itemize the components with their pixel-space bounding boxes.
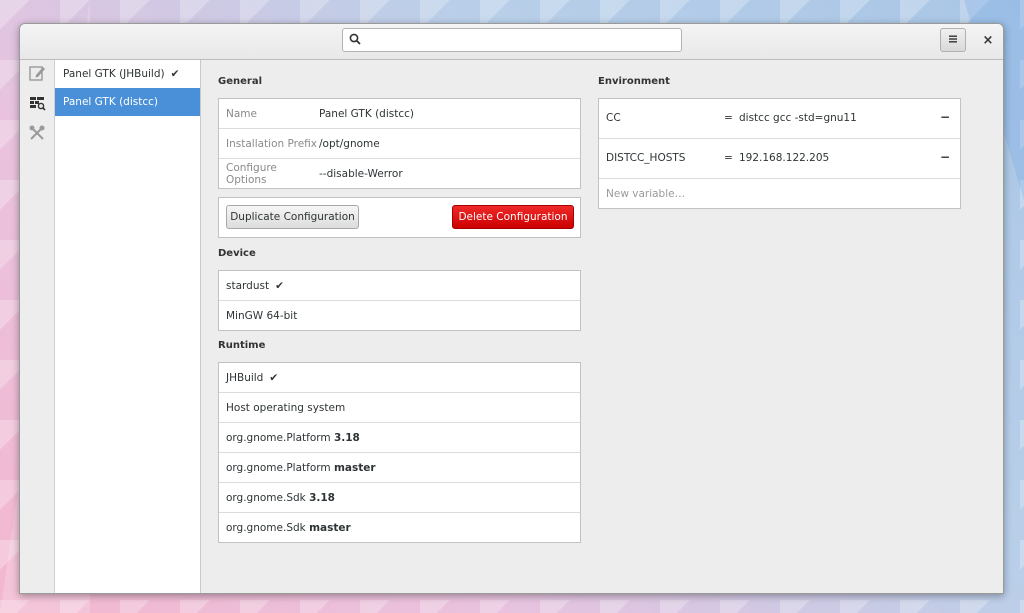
runtime-item[interactable]: org.gnome.Platform 3.18 <box>219 423 580 453</box>
close-button[interactable]: × <box>978 30 998 50</box>
device-label: stardust <box>226 279 270 292</box>
menu-button[interactable] <box>940 28 966 52</box>
env-equals: = <box>724 152 733 164</box>
active-check-icon: ✔ <box>275 279 284 292</box>
env-equals: = <box>724 112 733 124</box>
device-label: MinGW 64-bit <box>226 310 298 322</box>
delete-configuration-button[interactable]: Delete Configuration <box>452 205 574 229</box>
general-box: Name Panel GTK (distcc) Installation Pre… <box>218 98 581 189</box>
builder-window: × Panel GTK (JHBuild) ✔ Panel GTK (distcc… <box>19 23 1004 594</box>
build-configuration-icon <box>28 94 46 115</box>
env-value[interactable]: 192.168.122.205 <box>739 152 829 164</box>
env-variable-row[interactable]: CC = distcc gcc -std=gnu11 − <box>599 99 960 139</box>
runtime-item[interactable]: org.gnome.Sdk master <box>219 513 580 543</box>
device-list: stardust ✔ MinGW 64-bit <box>218 270 581 331</box>
device-title: Device <box>218 248 256 259</box>
prefix-value[interactable]: /opt/gnome <box>319 138 380 150</box>
search-entry[interactable] <box>342 28 682 52</box>
device-item[interactable]: stardust ✔ <box>219 271 580 301</box>
device-item[interactable]: MinGW 64-bit <box>219 301 580 331</box>
runtime-label: org.gnome.Platform <box>226 461 334 474</box>
runtime-list: JHBuild ✔ Host operating system org.gnome… <box>218 362 581 543</box>
configuration-editor: General Name Panel GTK (distcc) Installa… <box>201 60 1003 593</box>
runtime-version: 3.18 <box>333 431 360 444</box>
env-key[interactable]: DISTCC_HOSTS <box>606 152 685 164</box>
perspective-switcher <box>20 60 55 593</box>
runtime-label: org.gnome.Sdk <box>226 522 310 534</box>
configure-options-label: Configure Options <box>226 162 277 186</box>
runtime-label: Host operating system <box>226 401 346 414</box>
env-variable-row[interactable]: DISTCC_HOSTS = 192.168.122.205 − <box>599 139 960 179</box>
new-variable-entry[interactable]: New variable… <box>599 179 960 208</box>
configure-options-value[interactable]: --disable-Werror <box>319 168 403 180</box>
runtime-version: master <box>309 522 351 534</box>
preferences-perspective-button[interactable] <box>27 124 47 144</box>
runtime-label: JHBuild <box>226 371 264 384</box>
active-check-icon: ✔ <box>269 371 279 384</box>
remove-variable-button[interactable]: − <box>940 110 950 124</box>
tools-icon <box>28 124 46 145</box>
runtime-item[interactable]: JHBuild ✔ <box>219 363 580 393</box>
active-check-icon: ✔ <box>170 68 180 80</box>
actions-box: Duplicate Configuration Delete Configura… <box>218 197 581 238</box>
configure-options-row[interactable]: Configure Options --disable-Werror <box>219 159 580 189</box>
name-label: Name <box>226 107 257 120</box>
edit-icon <box>28 64 46 85</box>
env-key[interactable]: CC <box>606 112 621 124</box>
configuration-label: Panel GTK (distcc) <box>63 96 158 108</box>
duplicate-configuration-button[interactable]: Duplicate Configuration <box>226 205 359 229</box>
runtime-label: org.gnome.Platform <box>226 431 334 444</box>
configuration-label: Panel GTK (JHBuild) <box>63 68 165 80</box>
general-title: General <box>218 76 262 87</box>
runtime-version: master <box>333 461 376 474</box>
prefix-row[interactable]: Installation Prefix /opt/gnome <box>219 129 580 159</box>
environment-list: CC = distcc gcc -std=gnu11 − DISTCC_HOST… <box>598 98 961 209</box>
prefix-label: Installation Prefix <box>226 137 318 150</box>
name-value[interactable]: Panel GTK (distcc) <box>319 108 414 120</box>
environment-title: Environment <box>598 76 670 87</box>
hamburger-menu-icon <box>948 34 958 47</box>
build-perspective-button[interactable] <box>27 94 47 114</box>
runtime-title: Runtime <box>218 340 266 351</box>
runtime-item[interactable]: org.gnome.Platform master <box>219 453 580 483</box>
runtime-label: org.gnome.Sdk <box>226 491 310 504</box>
env-value[interactable]: distcc gcc -std=gnu11 <box>739 112 857 124</box>
runtime-version: 3.18 <box>309 491 335 504</box>
configuration-list: Panel GTK (JHBuild) ✔ Panel GTK (distcc) <box>55 60 201 593</box>
remove-variable-button[interactable]: − <box>940 150 950 164</box>
header-bar: × <box>20 24 1003 60</box>
editor-perspective-button[interactable] <box>27 64 47 84</box>
search-icon <box>349 33 361 48</box>
configuration-item-selected[interactable]: Panel GTK (distcc) <box>55 88 200 116</box>
name-row[interactable]: Name Panel GTK (distcc) <box>219 99 580 129</box>
runtime-item[interactable]: Host operating system <box>219 393 580 423</box>
runtime-item[interactable]: org.gnome.Sdk 3.18 <box>219 483 580 513</box>
configuration-item[interactable]: Panel GTK (JHBuild) ✔ <box>55 60 200 88</box>
